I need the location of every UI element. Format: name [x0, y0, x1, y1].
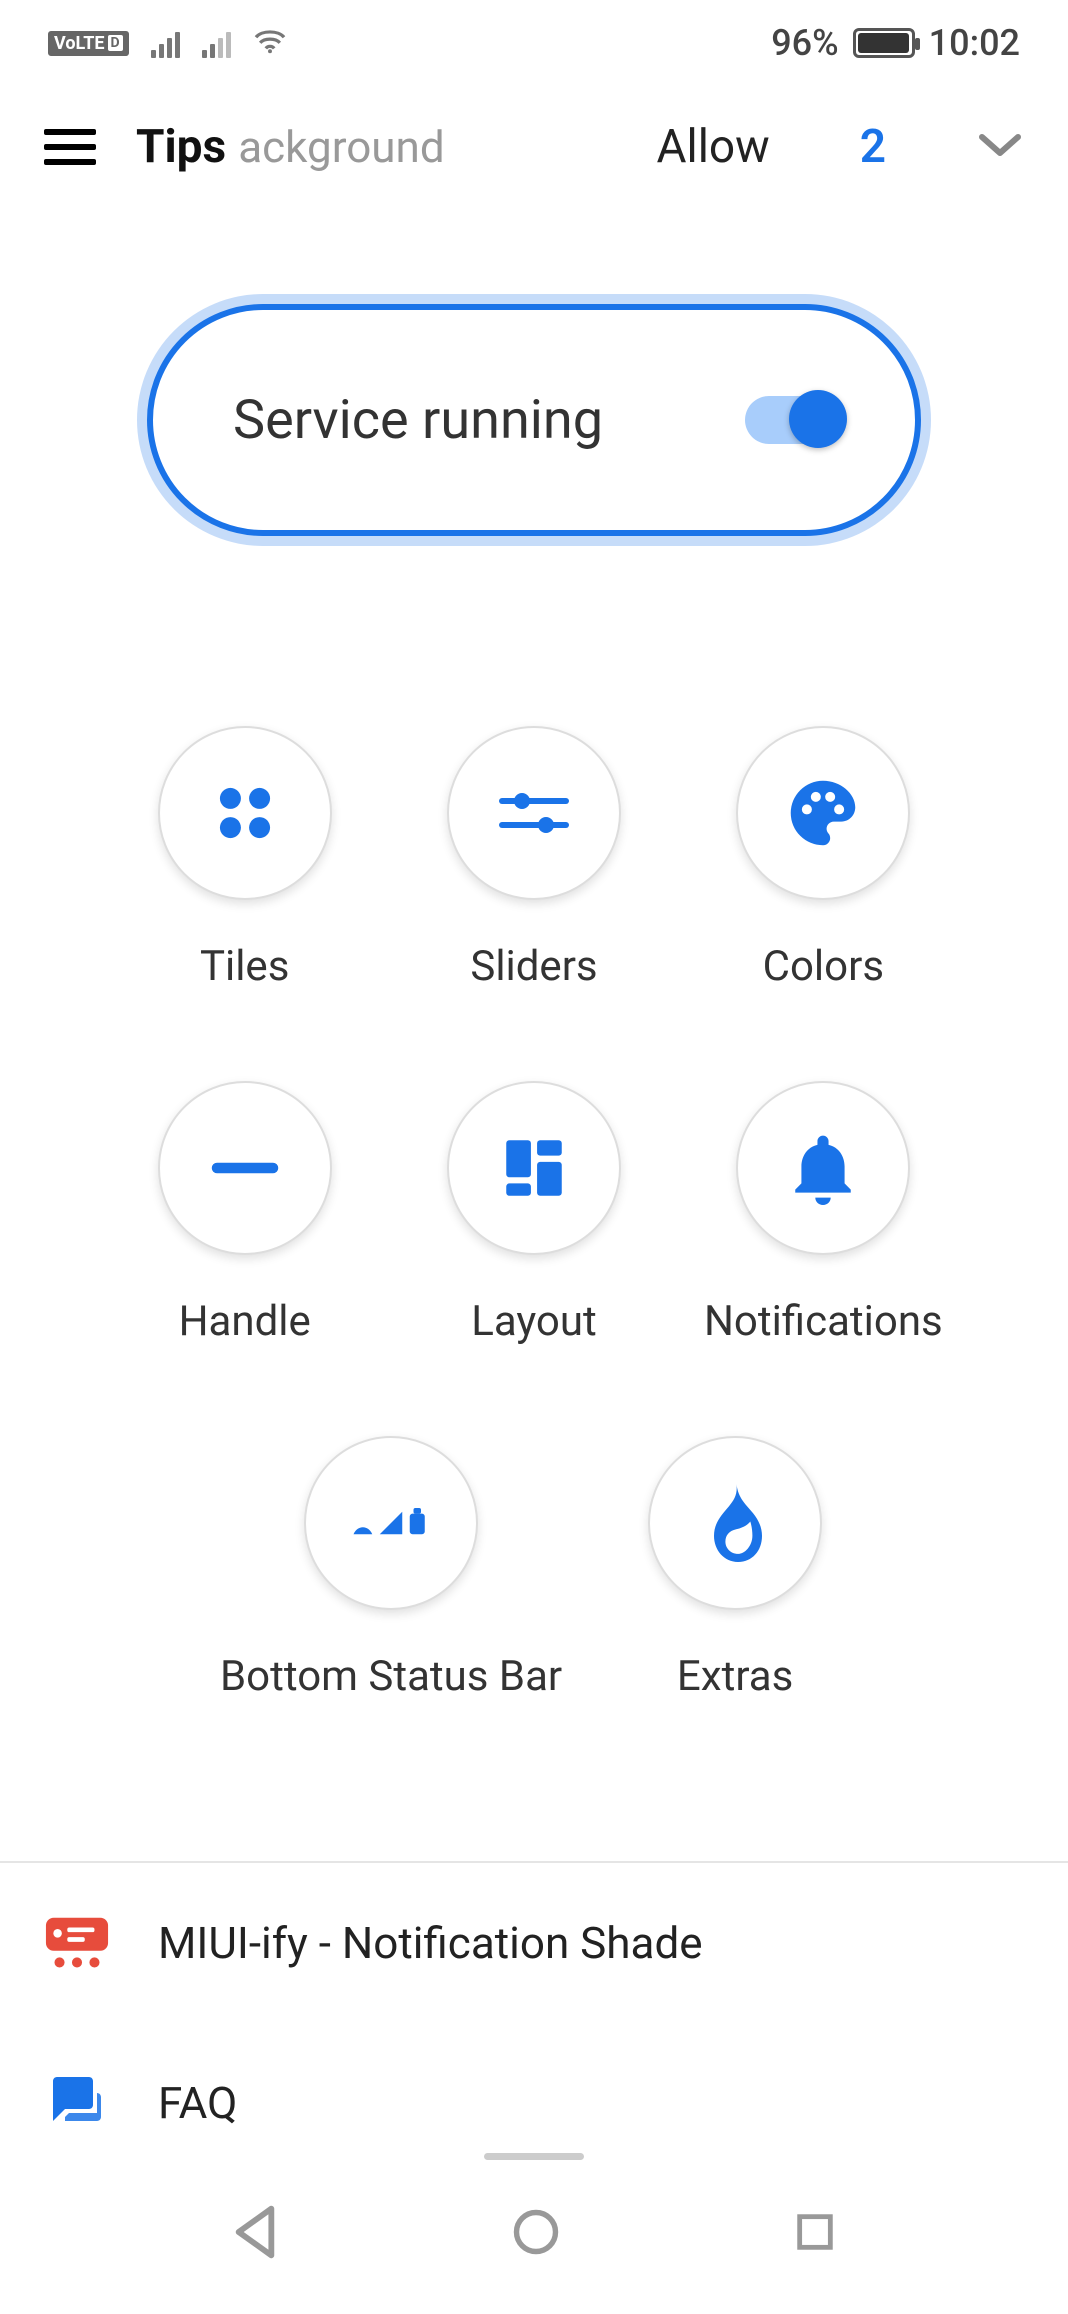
flame-icon — [648, 1436, 822, 1610]
grid-label: Extras — [677, 1652, 793, 1701]
volte-text: VoLTE — [54, 33, 105, 54]
page-title: Tips — [136, 120, 226, 174]
volte-icon: VoLTE D — [48, 31, 129, 56]
grid-item-bottom-status-bar[interactable]: Bottom Status Bar — [220, 1436, 562, 1701]
grid-item-layout[interactable]: Layout — [389, 1081, 678, 1346]
signal-icon-2 — [202, 28, 231, 58]
battery-icon — [853, 28, 915, 58]
layout-icon — [447, 1081, 621, 1255]
grid-item-colors[interactable]: Colors — [679, 726, 968, 991]
grid-item-sliders[interactable]: Sliders — [389, 726, 678, 991]
nav-home-icon[interactable] — [510, 2206, 562, 2262]
toggle-switch[interactable] — [745, 396, 845, 444]
settings-grid-row2: Bottom Status Bar Extras — [0, 1346, 1068, 1701]
status-bar: VoLTE D 96% 10:02 — [0, 0, 1068, 74]
list-item-miui[interactable]: MIUI-ify - Notification Shade — [0, 1863, 1068, 2023]
title-area: Tips ackground — [136, 120, 617, 174]
service-label: Service running — [233, 389, 603, 452]
page-subtitle-fragment: ackground — [238, 121, 445, 173]
volte-d: D — [108, 35, 123, 51]
grid-item-extras[interactable]: Extras — [622, 1436, 848, 1701]
list-label: MIUI-ify - Notification Shade — [158, 1917, 703, 1969]
battery-percent: 96% — [771, 22, 838, 64]
miui-card-icon — [44, 1918, 110, 1968]
nav-recents-icon[interactable] — [792, 2209, 838, 2259]
list-label: FAQ — [158, 2077, 237, 2129]
clock: 10:02 — [929, 22, 1020, 64]
tiles-icon — [158, 726, 332, 900]
status-right: 96% 10:02 — [771, 22, 1020, 64]
grid-label: Layout — [471, 1297, 597, 1346]
allow-count[interactable]: 2 — [860, 120, 886, 174]
grid-label: Sliders — [470, 942, 597, 991]
handle-icon — [158, 1081, 332, 1255]
bell-icon — [736, 1081, 910, 1255]
grid-item-tiles[interactable]: Tiles — [100, 726, 389, 991]
allow-label[interactable]: Allow — [657, 120, 770, 174]
navigation-bar — [0, 2204, 1068, 2264]
grid-label: Handle — [179, 1297, 311, 1346]
status-left: VoLTE D — [48, 23, 287, 63]
menu-icon[interactable] — [44, 123, 96, 171]
grid-label: Bottom Status Bar — [220, 1652, 562, 1701]
nav-back-icon[interactable] — [230, 2204, 280, 2264]
sliders-icon — [447, 726, 621, 900]
settings-grid: Tiles Sliders Colors — [0, 536, 1068, 1346]
grid-label: Notifications — [704, 1297, 943, 1346]
palette-icon — [736, 726, 910, 900]
signal-icon — [151, 28, 180, 58]
wifi-icon — [253, 23, 287, 63]
app-header: Tips ackground Allow 2 — [0, 74, 1068, 214]
grid-item-notifications[interactable]: Notifications — [679, 1081, 968, 1346]
grid-item-handle[interactable]: Handle — [100, 1081, 389, 1346]
chevron-down-icon[interactable] — [976, 130, 1024, 164]
grid-label: Colors — [763, 942, 884, 991]
service-toggle[interactable]: Service running — [147, 304, 921, 536]
status-bar-icon — [304, 1436, 478, 1610]
chat-icon — [44, 2078, 110, 2128]
grid-label: Tiles — [200, 942, 289, 991]
gesture-handle — [484, 2153, 584, 2160]
